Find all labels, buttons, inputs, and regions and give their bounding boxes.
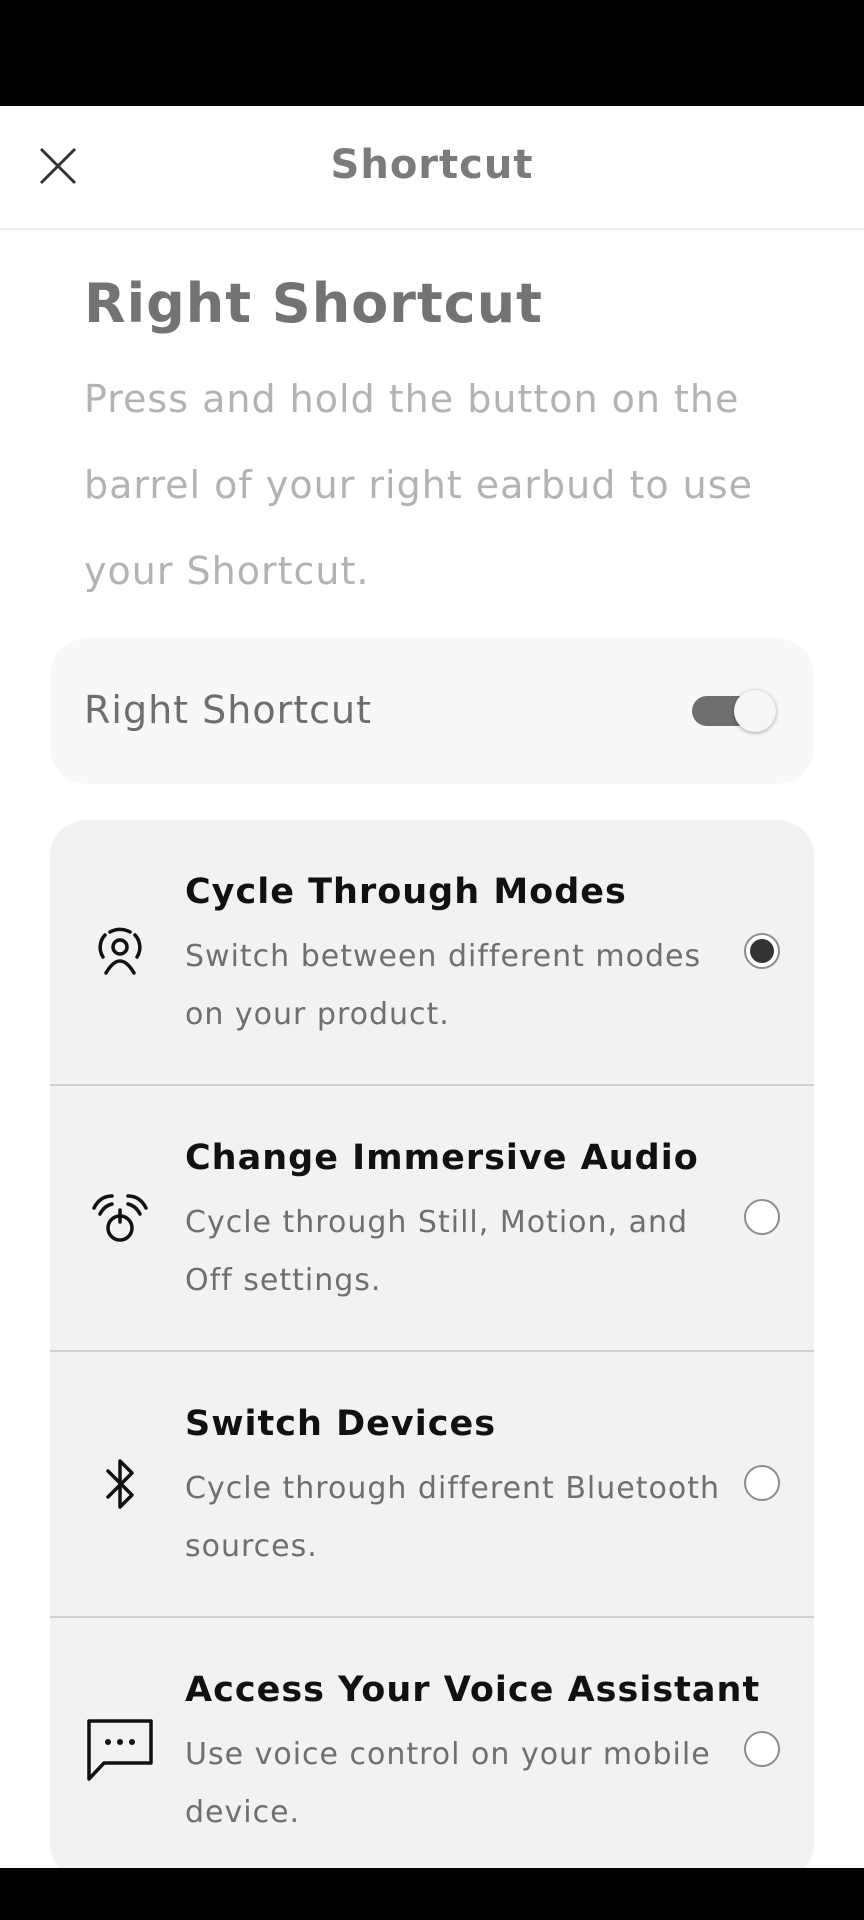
- option-description: Switch between different modes on your p…: [185, 939, 702, 1032]
- status-bar: [0, 0, 864, 106]
- radio-change-immersive-audio[interactable]: [744, 1199, 780, 1235]
- option-title: Switch Devices: [185, 1404, 497, 1444]
- option-switch-devices[interactable]: Switch Devices Cycle through different B…: [50, 1352, 814, 1616]
- option-description: Cycle through different Bluetooth source…: [185, 1471, 720, 1564]
- right-shortcut-toggle-card: Right Shortcut: [50, 638, 814, 784]
- radio-cycle-through-modes[interactable]: [744, 933, 780, 969]
- radio-access-voice-assistant[interactable]: [744, 1731, 780, 1767]
- modes-icon: [84, 916, 156, 988]
- shortcut-options-list: Cycle Through Modes Switch between diffe…: [50, 820, 814, 1880]
- navigation-bar: [0, 1868, 864, 1920]
- option-description: Use voice control on your mobile device.: [185, 1737, 711, 1830]
- voice-assistant-icon: [84, 1714, 156, 1786]
- toggle-label: Right Shortcut: [84, 688, 372, 732]
- option-title: Change Immersive Audio: [185, 1138, 699, 1178]
- option-cycle-through-modes[interactable]: Cycle Through Modes Switch between diffe…: [50, 820, 814, 1084]
- page-title: Right Shortcut: [84, 272, 543, 335]
- option-access-voice-assistant[interactable]: Access Your Voice Assistant Use voice co…: [50, 1618, 814, 1880]
- option-change-immersive-audio[interactable]: Change Immersive Audio Cycle through Sti…: [50, 1086, 814, 1350]
- page-description: Press and hold the button on the barrel …: [84, 377, 753, 593]
- immersive-audio-icon: [84, 1182, 156, 1254]
- bluetooth-icon: [84, 1448, 156, 1520]
- radio-switch-devices[interactable]: [744, 1465, 780, 1501]
- right-shortcut-toggle[interactable]: [692, 690, 776, 732]
- toggle-knob: [734, 690, 776, 732]
- option-description: Cycle through Still, Motion, and Off set…: [185, 1205, 689, 1298]
- option-title: Cycle Through Modes: [185, 872, 627, 912]
- option-title: Access Your Voice Assistant: [185, 1670, 761, 1710]
- header: Shortcut: [0, 106, 864, 230]
- header-title: Shortcut: [330, 142, 534, 188]
